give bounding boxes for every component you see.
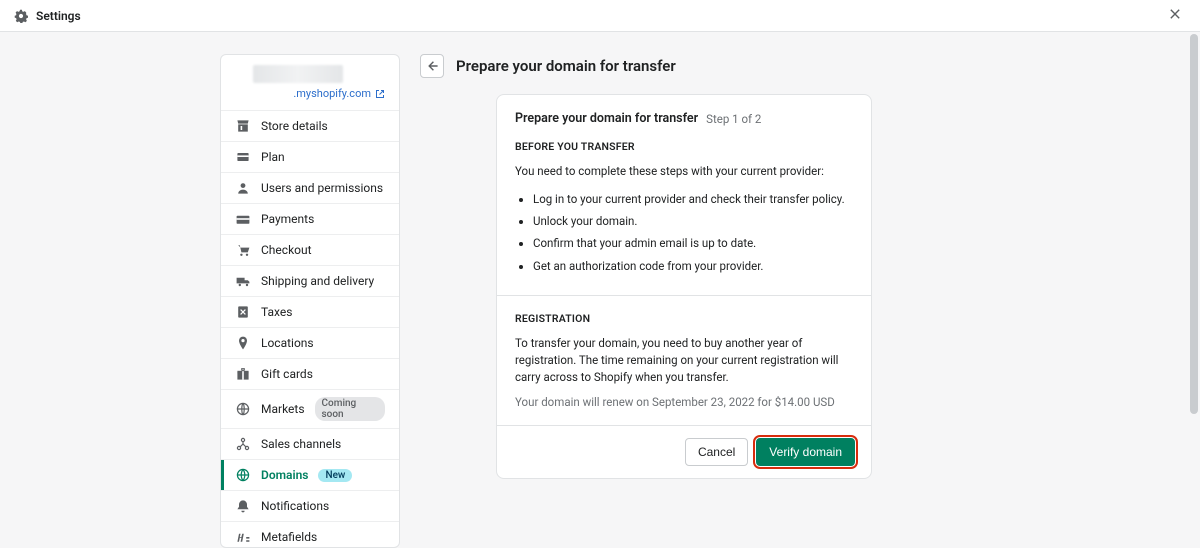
sidebar-item-label: Store details — [261, 119, 328, 133]
verify-domain-button[interactable]: Verify domain — [756, 438, 855, 466]
back-button[interactable] — [420, 54, 444, 78]
users-icon — [235, 180, 251, 196]
sidebar-item-locations[interactable]: Locations — [221, 327, 399, 358]
locations-icon — [235, 335, 251, 351]
sidebar-item-label: Markets — [261, 402, 305, 416]
store-block[interactable]: .myshopify.com — [221, 55, 399, 110]
card-footer: Cancel Verify domain — [497, 425, 871, 478]
sidebar-item-label: Taxes — [261, 305, 292, 319]
sidebar-item-channels[interactable]: Sales channels — [221, 428, 399, 459]
before-transfer-label: BEFORE YOU TRANSFER — [515, 140, 853, 153]
gift-icon — [235, 366, 251, 382]
sidebar-item-label: Metafields — [261, 530, 317, 544]
sidebar-badge: Coming soon — [315, 397, 385, 421]
renewal-note: Your domain will renew on September 23, … — [515, 395, 853, 409]
sidebar-item-domains[interactable]: Domains New — [221, 459, 399, 490]
cancel-button[interactable]: Cancel — [685, 438, 748, 466]
sidebar-item-label: Locations — [261, 336, 314, 350]
sidebar-item-gift[interactable]: Gift cards — [221, 358, 399, 389]
before-step-item: Get an authorization code from your prov… — [533, 257, 853, 275]
arrow-left-icon — [425, 59, 439, 73]
sidebar-item-payments[interactable]: Payments — [221, 203, 399, 234]
sidebar-item-label: Payments — [261, 212, 314, 226]
store-icon — [235, 118, 251, 134]
topbar-title: Settings — [36, 9, 81, 23]
settings-page: .myshopify.com Store details Plan Users an… — [0, 32, 1200, 548]
metafields-icon — [235, 529, 251, 545]
store-domain-link[interactable]: .myshopify.com — [235, 87, 385, 100]
card-section-before: Prepare your domain for transfer Step 1 … — [497, 95, 871, 295]
sidebar-item-taxes[interactable]: Taxes — [221, 296, 399, 327]
sidebar-item-plan[interactable]: Plan — [221, 141, 399, 172]
sidebar-item-users[interactable]: Users and permissions — [221, 172, 399, 203]
registration-label: REGISTRATION — [515, 312, 853, 325]
sidebar-item-label: Plan — [261, 150, 285, 164]
sidebar-item-shipping[interactable]: Shipping and delivery — [221, 265, 399, 296]
checkout-icon — [235, 242, 251, 258]
before-intro-text: You need to complete these steps with yo… — [515, 163, 853, 180]
sidebar-item-store[interactable]: Store details — [221, 110, 399, 141]
card-title: Prepare your domain for transfer — [515, 111, 698, 126]
before-steps-list: Log in to your current provider and chec… — [515, 190, 853, 276]
sidebar-nav-list: Store details Plan Users and permissions Pa… — [221, 110, 399, 548]
registration-body: To transfer your domain, you need to buy… — [515, 335, 853, 385]
settings-sidebar: .myshopify.com Store details Plan Users an… — [220, 54, 400, 548]
scrollbar-thumb[interactable] — [1190, 34, 1198, 414]
sidebar-item-notifications[interactable]: Notifications — [221, 490, 399, 521]
sidebar-item-label: Gift cards — [261, 367, 313, 381]
scrollbar[interactable] — [1188, 34, 1198, 546]
close-icon[interactable] — [1164, 2, 1186, 29]
topbar-left: Settings — [14, 9, 81, 23]
store-domain-suffix: .myshopify.com — [293, 87, 371, 100]
sidebar-item-label: Sales channels — [261, 437, 341, 451]
sidebar-item-label: Checkout — [261, 243, 312, 257]
sidebar-badge: New — [318, 469, 352, 482]
before-step-item: Log in to your current provider and chec… — [533, 190, 853, 208]
external-link-icon — [375, 89, 385, 99]
sidebar-item-label: Domains — [261, 468, 308, 482]
notifications-icon — [235, 498, 251, 514]
channels-icon — [235, 436, 251, 452]
step-indicator: Step 1 of 2 — [706, 112, 761, 126]
payments-icon — [235, 211, 251, 227]
card-section-registration: REGISTRATION To transfer your domain, yo… — [497, 295, 871, 425]
sidebar-item-label: Shipping and delivery — [261, 274, 374, 288]
before-step-item: Unlock your domain. — [533, 212, 853, 230]
sidebar-item-label: Notifications — [261, 499, 329, 513]
main-column: Prepare your domain for transfer Prepare… — [420, 54, 980, 548]
domains-icon — [235, 467, 251, 483]
sidebar-item-markets[interactable]: Markets Coming soon — [221, 389, 399, 428]
page-title: Prepare your domain for transfer — [456, 57, 676, 75]
store-name-redacted — [253, 65, 343, 83]
sidebar-item-label: Users and permissions — [261, 181, 383, 195]
sidebar-item-metafields[interactable]: Metafields — [221, 521, 399, 548]
gear-icon — [14, 9, 28, 23]
plan-icon — [235, 149, 251, 165]
markets-icon — [235, 401, 251, 417]
before-step-item: Confirm that your admin email is up to d… — [533, 234, 853, 252]
taxes-icon — [235, 304, 251, 320]
transfer-card: Prepare your domain for transfer Step 1 … — [496, 94, 872, 479]
settings-topbar: Settings — [0, 0, 1200, 32]
main-header: Prepare your domain for transfer — [420, 54, 980, 78]
sidebar-item-checkout[interactable]: Checkout — [221, 234, 399, 265]
shipping-icon — [235, 273, 251, 289]
